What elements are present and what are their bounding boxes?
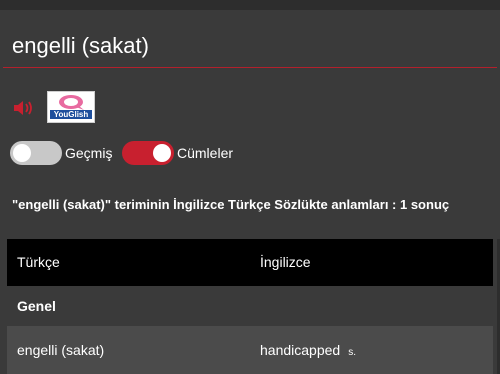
history-toggle-label: Geçmiş (65, 145, 113, 161)
column-header-english: İngilizce (260, 254, 311, 270)
search-term[interactable]: engelli (sakat) (12, 33, 149, 59)
search-underline (3, 67, 497, 68)
youglish-button[interactable]: YouGlish (47, 91, 95, 123)
youglish-label: YouGlish (50, 110, 92, 119)
sentences-toggle-label: Cümleler (177, 145, 234, 161)
dictionary-page: engelli (sakat) YouGlish Geçmiş Cümleler… (0, 0, 500, 374)
results-heading: "engelli (sakat)" teriminin İngilizce Tü… (12, 197, 450, 212)
column-header-turkish: Türkçe (17, 254, 60, 270)
sentences-toggle[interactable] (122, 141, 174, 165)
youglish-bubble-icon (59, 95, 84, 110)
turkish-term[interactable]: engelli (sakat) (17, 342, 104, 358)
table-header: Türkçe İngilizce (7, 239, 493, 286)
toggle-knob (13, 144, 31, 162)
top-bar (0, 0, 500, 10)
english-term-text: handicapped (260, 342, 341, 358)
english-term[interactable]: handicapped s. (260, 342, 356, 358)
table-row: engelli (sakat) handicapped s. (7, 326, 493, 374)
speaker-icon[interactable] (12, 98, 36, 118)
group-row: Genel (7, 286, 493, 326)
results-table: Türkçe İngilizce Genel engelli (sakat) h… (7, 239, 493, 374)
toggle-knob (153, 144, 171, 162)
part-of-speech-tag: s. (348, 347, 356, 358)
history-toggle[interactable] (10, 141, 62, 165)
group-label: Genel (17, 298, 56, 314)
